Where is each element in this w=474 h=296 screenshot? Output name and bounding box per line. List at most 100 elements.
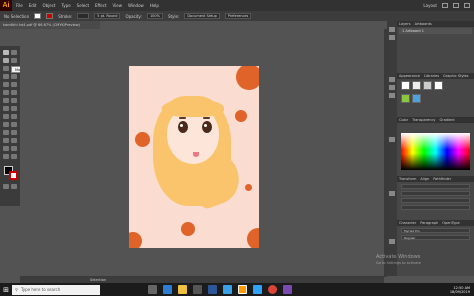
app-icon[interactable] bbox=[283, 285, 292, 294]
menu-help[interactable]: Help bbox=[150, 3, 159, 8]
rectangle-tool-icon[interactable] bbox=[3, 82, 9, 87]
artboard-tool-icon[interactable] bbox=[3, 146, 9, 151]
menu-object[interactable]: Object bbox=[42, 3, 55, 8]
close-button[interactable] bbox=[464, 3, 470, 8]
font-style-select[interactable]: Regular bbox=[401, 235, 470, 240]
graphic-style-swatch[interactable] bbox=[412, 94, 421, 103]
tab-transform[interactable]: Transform bbox=[399, 177, 416, 181]
free-transform-tool-icon[interactable] bbox=[11, 106, 17, 111]
opacity-field[interactable]: 100% bbox=[146, 13, 163, 19]
artboard-list-item[interactable]: 1 Artboard 1 bbox=[399, 28, 472, 34]
tab-artboards[interactable]: Artboards bbox=[415, 22, 432, 26]
scale-tool-icon[interactable] bbox=[11, 98, 17, 103]
selection-tool-icon[interactable] bbox=[3, 50, 9, 55]
photoshop-icon[interactable] bbox=[253, 285, 262, 294]
illustrator-taskbar-icon[interactable] bbox=[238, 285, 247, 294]
line-tool-icon[interactable] bbox=[11, 74, 17, 79]
menu-effect[interactable]: Effect bbox=[95, 3, 107, 8]
shape-builder-tool-icon[interactable] bbox=[3, 114, 9, 119]
transform-y-field[interactable] bbox=[401, 191, 470, 196]
rotate-tool-icon[interactable] bbox=[3, 98, 9, 103]
pen-tool-icon[interactable] bbox=[3, 66, 9, 71]
toolbox-stroke-swatch[interactable] bbox=[9, 171, 18, 180]
screen-mode-icon[interactable] bbox=[11, 184, 17, 189]
paintbrush-tool-icon[interactable] bbox=[11, 82, 17, 87]
windows-start-icon[interactable]: ⊞ bbox=[0, 283, 12, 296]
menu-select[interactable]: Select bbox=[77, 3, 89, 8]
appearance-icon[interactable] bbox=[389, 77, 395, 82]
graphic-style-swatch[interactable] bbox=[401, 81, 410, 90]
menu-file[interactable]: File bbox=[16, 3, 23, 8]
symbols-icon[interactable] bbox=[389, 93, 395, 98]
layers-icon[interactable] bbox=[389, 27, 395, 32]
tab-opentype[interactable]: OpenType bbox=[442, 221, 459, 225]
font-family-select[interactable]: Myriad Pro bbox=[401, 228, 470, 233]
column-graph-tool-icon[interactable] bbox=[11, 138, 17, 143]
hand-tool-icon[interactable] bbox=[3, 154, 9, 159]
tab-layers[interactable]: Layers bbox=[399, 22, 411, 26]
width-tool-icon[interactable] bbox=[3, 106, 9, 111]
edge-icon[interactable] bbox=[163, 285, 172, 294]
transform-w-field[interactable] bbox=[401, 198, 470, 203]
tab-gradient[interactable]: Gradient bbox=[440, 118, 455, 122]
photos-icon[interactable] bbox=[223, 285, 232, 294]
menu-view[interactable]: View bbox=[113, 3, 123, 8]
lasso-tool-icon[interactable] bbox=[11, 58, 17, 63]
maximize-button[interactable] bbox=[453, 3, 459, 8]
menu-edit[interactable]: Edit bbox=[29, 3, 37, 8]
workspace-switcher[interactable]: Layout bbox=[423, 3, 437, 8]
graphic-style-swatch[interactable] bbox=[434, 81, 443, 90]
pencil-tool-icon[interactable] bbox=[3, 90, 9, 95]
word-icon[interactable] bbox=[208, 285, 217, 294]
taskbar-search-input[interactable]: ⚲ Type here to search bbox=[12, 284, 100, 295]
type-tool-icon[interactable] bbox=[3, 74, 9, 79]
store-icon[interactable] bbox=[193, 285, 202, 294]
gradient-tool-icon[interactable] bbox=[11, 122, 17, 127]
fill-color-swatch[interactable] bbox=[34, 13, 42, 19]
chrome-icon[interactable] bbox=[268, 285, 277, 294]
task-view-icon[interactable] bbox=[148, 285, 157, 294]
stroke-color-swatch[interactable] bbox=[46, 13, 54, 19]
blend-tool-icon[interactable] bbox=[11, 130, 17, 135]
zoom-tool-icon[interactable] bbox=[11, 154, 17, 159]
transform-x-field[interactable] bbox=[401, 184, 470, 189]
tab-graphic-styles[interactable]: Graphic Styles bbox=[443, 74, 468, 78]
brush-select[interactable]: 5 pt. Round bbox=[94, 13, 121, 19]
system-tray-clock[interactable]: 12:50 AM 18/09/2019 bbox=[450, 283, 470, 296]
tab-color[interactable]: Color bbox=[399, 118, 408, 122]
menu-type[interactable]: Type bbox=[61, 3, 70, 8]
color-icon[interactable] bbox=[389, 137, 395, 142]
transform-icon[interactable] bbox=[389, 191, 395, 196]
graphic-style-swatch[interactable] bbox=[423, 81, 432, 90]
tab-appearance[interactable]: Appearance bbox=[399, 74, 420, 78]
tab-libraries[interactable]: Libraries bbox=[424, 74, 439, 78]
graphic-style-swatch[interactable] bbox=[401, 94, 410, 103]
brushes-icon[interactable] bbox=[389, 85, 395, 90]
file-explorer-icon[interactable] bbox=[178, 285, 187, 294]
tab-pathfinder[interactable]: Pathfinder bbox=[433, 177, 451, 181]
transform-h-field[interactable] bbox=[401, 205, 470, 210]
graphic-style-swatch[interactable] bbox=[412, 81, 421, 90]
slice-tool-icon[interactable] bbox=[11, 146, 17, 151]
tab-paragraph[interactable]: Paragraph bbox=[420, 221, 438, 225]
mesh-tool-icon[interactable] bbox=[3, 122, 9, 127]
eraser-tool-icon[interactable] bbox=[11, 90, 17, 95]
menu-window[interactable]: Window bbox=[128, 3, 144, 8]
artboards-icon[interactable] bbox=[389, 35, 395, 40]
minimize-button[interactable] bbox=[442, 3, 448, 8]
draw-mode-icon[interactable] bbox=[3, 184, 9, 189]
artboard[interactable] bbox=[129, 66, 259, 248]
direct-selection-tool-icon[interactable] bbox=[11, 50, 17, 55]
symbol-sprayer-tool-icon[interactable] bbox=[3, 138, 9, 143]
stroke-weight-field[interactable] bbox=[77, 13, 90, 19]
eyedropper-tool-icon[interactable] bbox=[3, 130, 9, 135]
perspective-grid-tool-icon[interactable] bbox=[11, 114, 17, 119]
tab-align[interactable]: Align bbox=[420, 177, 429, 181]
character-icon[interactable] bbox=[389, 239, 395, 244]
preferences-button[interactable]: Preferences bbox=[224, 13, 252, 19]
tab-transparency[interactable]: Transparency bbox=[412, 118, 435, 122]
tab-character[interactable]: Character bbox=[399, 221, 416, 225]
document-setup-button[interactable]: Document Setup bbox=[184, 13, 220, 19]
magic-wand-tool-icon[interactable] bbox=[3, 58, 9, 63]
document-tab[interactable]: kandikhi hd4.pdf @ 66.67% (CMYK/Preview) bbox=[0, 21, 100, 29]
